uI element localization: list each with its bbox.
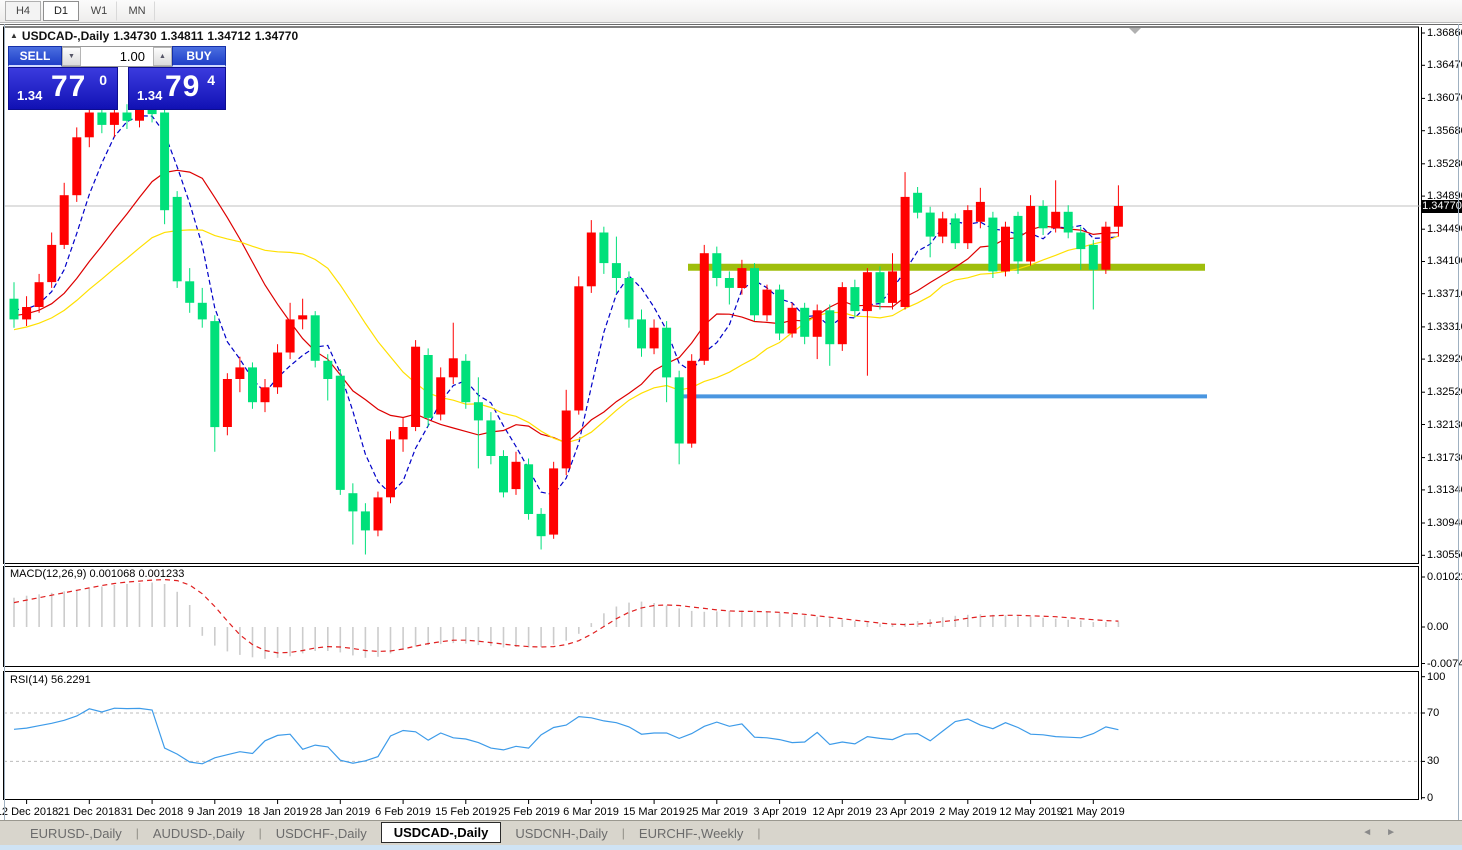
- timeframe-button-mn[interactable]: MN: [119, 1, 155, 21]
- tab-scroll-right-icon[interactable]: ►: [1386, 827, 1410, 838]
- mt4-window: H4D1W1MN ▲USDCAD-,Daily1.347301.348111.3…: [0, 0, 1462, 850]
- volume-increase-button[interactable]: ▲: [153, 47, 172, 66]
- timeframe-button-w1[interactable]: W1: [81, 1, 117, 21]
- buy-price-base: 1.34: [137, 88, 162, 103]
- chart-title: ▲ USDCAD-,Daily 1.34730 1.348111.34712 1.347…: [10, 29, 302, 43]
- macd-main-value: 0.001068: [89, 568, 135, 580]
- volume-stepper: ▼ 1.00 ▲: [62, 46, 172, 67]
- chart-tab-eurchf[interactable]: EURCHF-,Weekly: [625, 824, 758, 843]
- sell-button[interactable]: SELL: [8, 46, 62, 67]
- date-axis-label: 12 Apr 2019: [812, 806, 871, 818]
- volume-decrease-button[interactable]: ▼: [62, 47, 81, 66]
- tab-scroll-arrows: ◄►: [1362, 827, 1410, 838]
- ohlc-close: 1.34770: [255, 29, 298, 43]
- rsi-axis-label: 70: [1427, 707, 1439, 719]
- macd-axis-label: 0.010229: [1427, 571, 1462, 583]
- rsi-indicator-label: RSI(14) 56.2291: [10, 674, 91, 686]
- timeframe-toolbar: H4D1W1MN: [0, 0, 1462, 23]
- price-axis-label: 1.32920: [1427, 353, 1462, 365]
- chart-tab-eurusd[interactable]: EURUSD-,Daily: [16, 824, 136, 843]
- window-bottom-strip: [0, 845, 1462, 850]
- macd-signal-value: 0.001233: [138, 568, 184, 580]
- sell-price-base: 1.34: [17, 88, 42, 103]
- macd-signal-line: [14, 580, 1118, 653]
- price-axis-label: 1.32130: [1427, 419, 1462, 431]
- chart-tab-bar: EURUSD-,Daily|AUDUSD-,Daily|USDCHF-,Dail…: [0, 820, 1462, 845]
- timeframe-button-d1[interactable]: D1: [43, 1, 79, 21]
- price-axis-label: 1.31340: [1427, 484, 1462, 496]
- price-axis-label: 1.33310: [1427, 321, 1462, 333]
- price-axis-label: 1.34100: [1427, 255, 1462, 267]
- price-axis-label: 1.36860: [1427, 27, 1462, 39]
- date-axis-label: 18 Jan 2019: [248, 806, 309, 818]
- price-axis-label: 1.30940: [1427, 517, 1462, 529]
- date-axis-label: 3 Apr 2019: [753, 806, 806, 818]
- price-axis-label: 1.35280: [1427, 158, 1462, 170]
- chart-tab-usdcad[interactable]: USDCAD-,Daily: [381, 822, 502, 843]
- tab-separator: |: [757, 826, 760, 840]
- buy-price-box[interactable]: 1.34 79 4: [128, 67, 226, 110]
- buy-button[interactable]: BUY: [172, 46, 226, 67]
- price-axis-label: 1.31730: [1427, 452, 1462, 464]
- price-axis-label: 1.32520: [1427, 386, 1462, 398]
- rsi-axis-label: 30: [1427, 755, 1439, 767]
- price-axis-label: 1.36470: [1427, 59, 1462, 71]
- ohlc-high: 1.34811: [161, 29, 204, 43]
- date-axis-label: 15 Feb 2019: [435, 806, 497, 818]
- date-axis-label: 25 Mar 2019: [686, 806, 748, 818]
- rsi-line: [14, 708, 1118, 764]
- sell-price-pip: 0: [99, 72, 107, 88]
- ohlc-open: 1.34730: [113, 29, 156, 43]
- chart-tab-usdchf[interactable]: USDCHF-,Daily: [262, 824, 381, 843]
- window-left-border: [4, 24, 5, 820]
- collapse-triangle-icon[interactable]: ▲: [10, 31, 18, 40]
- date-axis-label: 9 Jan 2019: [188, 806, 242, 818]
- date-axis-label: 21 Dec 2018: [58, 806, 120, 818]
- macd-axis-label: -0.007477: [1427, 658, 1462, 670]
- rsi-axis-label: 100: [1427, 671, 1445, 683]
- date-axis-label: 23 Apr 2019: [875, 806, 934, 818]
- macd-indicator-label: MACD(12,26,9) 0.001068 0.001233: [10, 568, 184, 580]
- buy-price-big: 79: [165, 70, 200, 104]
- chart-shift-marker-icon[interactable]: [1129, 28, 1141, 34]
- date-axis-label: 15 Mar 2019: [623, 806, 685, 818]
- chart-symbol-label: USDCAD-,Daily: [22, 29, 109, 43]
- ohlc-low: 1.34712: [207, 29, 250, 43]
- window-right-border: [1458, 24, 1459, 820]
- price-axis-label: 1.30550: [1427, 549, 1462, 561]
- volume-input[interactable]: 1.00: [81, 47, 153, 66]
- chart-tab-usdcnh[interactable]: USDCNH-,Daily: [501, 824, 621, 843]
- rsi-value: 56.2291: [51, 674, 91, 686]
- date-axis-label: 31 Dec 2018: [121, 806, 183, 818]
- chart-window: ▲USDCAD-,Daily1.347301.348111.347121.347…: [0, 24, 1462, 819]
- price-axis-label: 1.35680: [1427, 125, 1462, 137]
- date-axis-label: 21 May 2019: [1061, 806, 1125, 818]
- date-axis-label: 25 Feb 2019: [498, 806, 560, 818]
- rsi-axis-label: 0: [1427, 792, 1433, 804]
- price-axis-label: 1.33710: [1427, 288, 1462, 300]
- price-axis-label: 1.34490: [1427, 223, 1462, 235]
- current-price-badge: 1.34770: [1422, 200, 1462, 213]
- date-axis-label: 12 May 2019: [999, 806, 1063, 818]
- sell-price-box[interactable]: 1.34 77 0: [8, 67, 118, 110]
- date-axis-label: 28 Jan 2019: [310, 806, 371, 818]
- date-axis-label: 6 Mar 2019: [563, 806, 619, 818]
- macd-axis-label: 0.00: [1427, 621, 1448, 633]
- sell-price-big: 77: [51, 70, 86, 104]
- tab-scroll-left-icon[interactable]: ◄: [1362, 827, 1386, 838]
- one-click-trading-panel: SELL ▼ 1.00 ▲ BUY 1.34 77 0 1.34 79 4: [8, 46, 226, 110]
- date-axis-label: 6 Feb 2019: [375, 806, 431, 818]
- date-axis-label: 12 Dec 2018: [0, 806, 58, 818]
- price-axis-label: 1.36070: [1427, 92, 1462, 104]
- buy-price-pip: 4: [207, 72, 215, 88]
- timeframe-button-h4[interactable]: H4: [5, 1, 41, 21]
- price-chart-canvas[interactable]: [0, 24, 1462, 850]
- chart-tab-audusd[interactable]: AUDUSD-,Daily: [139, 824, 259, 843]
- date-axis-label: 2 May 2019: [939, 806, 996, 818]
